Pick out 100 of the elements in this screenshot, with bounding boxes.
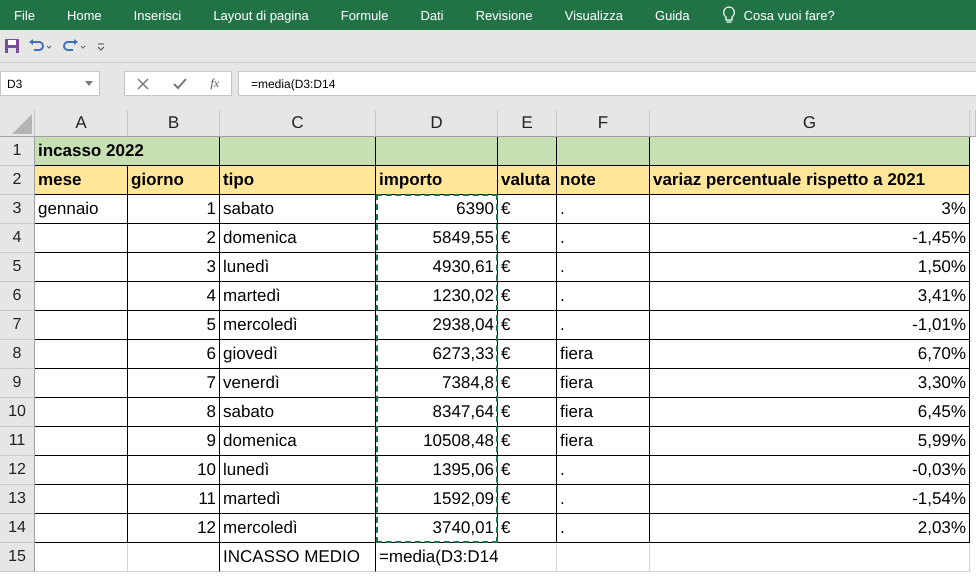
table-cell: 8 — [128, 398, 220, 427]
redo-icon[interactable] — [62, 38, 88, 54]
table-cell: € — [498, 311, 557, 340]
row-header[interactable]: 8 — [0, 340, 35, 369]
table-cell: 11 — [128, 485, 220, 514]
table-cell: 2938,04 — [376, 311, 498, 340]
row-header[interactable]: 10 — [0, 398, 35, 427]
header-cell: mese — [35, 166, 128, 195]
header-cell: importo — [376, 166, 498, 195]
menu-tab[interactable]: Inserisci — [134, 8, 182, 22]
table-cell: € — [498, 369, 557, 398]
table-cell: 3% — [650, 195, 970, 224]
table-cell: sabato — [220, 195, 376, 224]
table-cell: 3 — [128, 253, 220, 282]
menu-tab[interactable]: Revisione — [476, 8, 533, 22]
row-header[interactable]: 12 — [0, 456, 35, 485]
table-cell: 1395,06 — [376, 456, 498, 485]
menu-tab[interactable]: Visualizza — [564, 8, 623, 22]
header-cell: tipo — [220, 166, 376, 195]
table-cell: -0,03% — [650, 456, 970, 485]
row-header[interactable]: 11 — [0, 427, 35, 456]
table-cell: 2 — [128, 224, 220, 253]
menu-tab[interactable]: Dati — [420, 8, 444, 22]
table-cell: 7 — [128, 369, 220, 398]
header-cell: giorno — [128, 166, 220, 195]
table-cell: 1,50% — [650, 253, 970, 282]
table-cell: . — [557, 485, 650, 514]
row-header[interactable]: 7 — [0, 311, 35, 340]
column-header[interactable]: B — [128, 110, 220, 137]
table-cell: 5849,55 — [376, 224, 498, 253]
save-icon[interactable] — [4, 38, 20, 54]
table-cell: € — [498, 195, 557, 224]
menu-tab[interactable]: File — [14, 8, 35, 22]
table-cell: € — [498, 398, 557, 427]
table-cell: . — [557, 224, 650, 253]
table-cell: € — [498, 427, 557, 456]
table-cell: 3,41% — [650, 282, 970, 311]
table-cell: 1230,02 — [376, 282, 498, 311]
undo-icon[interactable] — [28, 38, 54, 54]
name-box[interactable]: D3 — [0, 71, 100, 96]
table-cell: € — [498, 456, 557, 485]
row-header[interactable]: 6 — [0, 282, 35, 311]
menu-tab[interactable]: Layout di pagina — [213, 8, 309, 22]
insert-function-button[interactable]: fx — [210, 76, 220, 91]
table-cell: 1592,09 — [376, 485, 498, 514]
menu-tab[interactable]: Formule — [340, 8, 388, 22]
table-cell: € — [498, 282, 557, 311]
column-header[interactable]: A — [35, 110, 128, 137]
table-cell: 4930,61 — [376, 253, 498, 282]
column-header[interactable]: F — [557, 110, 650, 137]
formula-field[interactable]: =media(D3:D14 — [238, 71, 976, 96]
customize-toolbar-icon[interactable] — [96, 41, 106, 51]
row-header[interactable]: 14 — [0, 514, 35, 543]
row-header[interactable]: 3 — [0, 195, 35, 224]
column-header[interactable]: G — [650, 110, 970, 137]
table-cell: . — [557, 282, 650, 311]
menu-tab[interactable]: Home — [66, 8, 102, 22]
check-icon[interactable] — [172, 78, 187, 90]
table-cell: gennaio — [35, 195, 128, 224]
table-cell: domenica — [220, 224, 376, 253]
table-cell: 3,30% — [650, 369, 970, 398]
table-cell: 9 — [128, 427, 220, 456]
table-cell: -1,45% — [650, 224, 970, 253]
row-header[interactable]: 15 — [0, 543, 35, 572]
table-cell: . — [557, 514, 650, 543]
row-header[interactable]: 9 — [0, 369, 35, 398]
dropdown-caret-icon[interactable] — [85, 81, 93, 86]
table-cell: -1,54% — [650, 485, 970, 514]
table-cell: martedì — [220, 282, 376, 311]
table-cell: € — [498, 485, 557, 514]
table-cell: lunedì — [220, 456, 376, 485]
table-cell: fiera — [557, 398, 650, 427]
row-header[interactable]: 2 — [0, 166, 35, 195]
table-cell: fiera — [557, 427, 650, 456]
cell-reference: D3 — [7, 76, 22, 90]
table-cell: mercoledì — [220, 311, 376, 340]
table-cell: 10 — [128, 456, 220, 485]
row-header[interactable]: 13 — [0, 485, 35, 514]
table-cell: 6,45% — [650, 398, 970, 427]
table-cell: 7384,8 — [376, 369, 498, 398]
table-cell: € — [498, 340, 557, 369]
table-cell: 6,70% — [650, 340, 970, 369]
row-header[interactable]: 5 — [0, 253, 35, 282]
row-header[interactable]: 4 — [0, 224, 35, 253]
header-cell: valuta — [498, 166, 557, 195]
table-cell: lunedì — [220, 253, 376, 282]
table-cell: 1 — [128, 195, 220, 224]
table-cell: giovedì — [220, 340, 376, 369]
column-header[interactable]: D — [376, 110, 498, 137]
cell-edit-field[interactable]: =media(D3:D14 — [376, 543, 557, 572]
cancel-icon[interactable] — [136, 78, 149, 90]
row-header[interactable]: 1 — [0, 137, 35, 166]
lightbulb-icon — [722, 6, 736, 24]
table-cell: domenica — [220, 427, 376, 456]
table-cell: 5 — [128, 311, 220, 340]
column-header[interactable]: C — [220, 110, 376, 137]
column-header[interactable]: E — [498, 110, 557, 137]
table-cell: 2,03% — [650, 514, 970, 543]
search-field[interactable]: Cosa vuoi fare? — [744, 8, 835, 22]
menu-tab[interactable]: Guida — [654, 8, 690, 22]
